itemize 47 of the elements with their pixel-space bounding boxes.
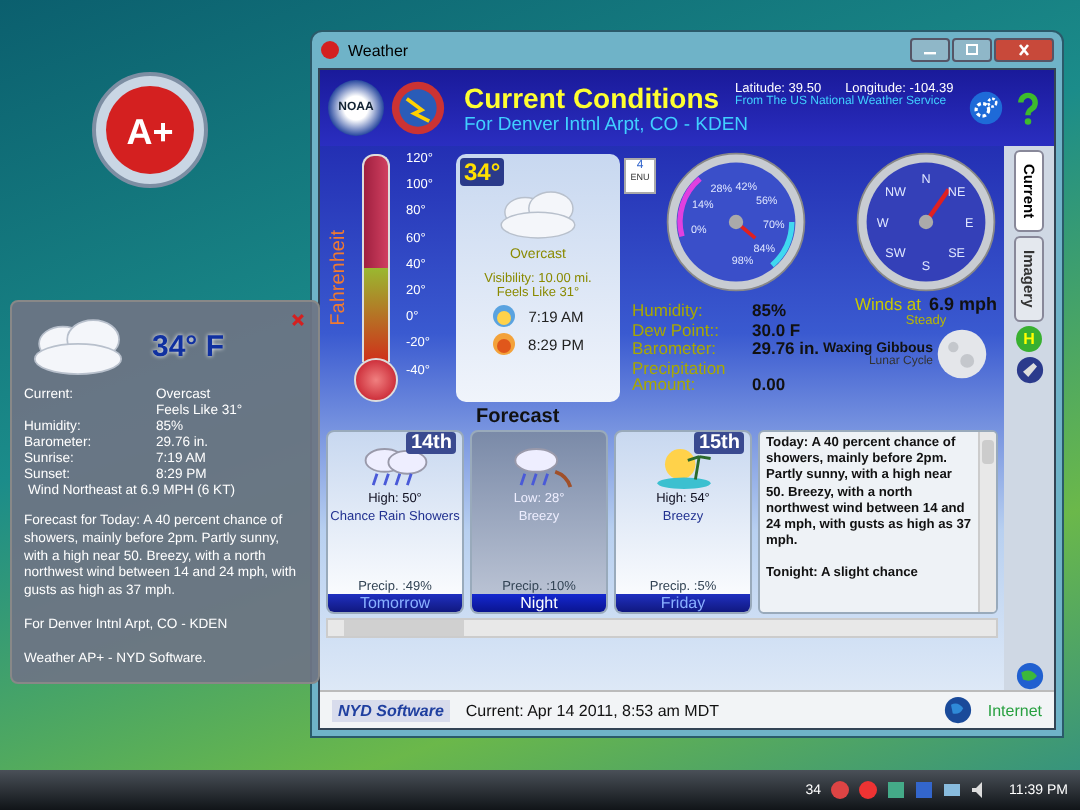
stat-value: 0.00 <box>752 376 788 393</box>
sunset-icon <box>492 332 517 356</box>
wind-label: Winds at <box>854 294 922 314</box>
close-icon <box>1014 44 1034 56</box>
current-temperature: 34° <box>460 158 505 186</box>
forecast-date: 15th <box>694 432 744 454</box>
location-label: For Denver Intnl Arpt, CO - KDEN <box>464 113 751 135</box>
fahrenheit-label: Fahrenheit <box>328 230 350 326</box>
day-label: Friday <box>616 594 750 612</box>
gadget-temperature: 34° F <box>152 329 225 363</box>
wind-speed: 6.9 mph <box>929 294 998 314</box>
software-logo: NYD Software <box>332 699 450 721</box>
minimize-button[interactable] <box>910 38 950 62</box>
moon-icon <box>936 328 989 380</box>
status-timestamp: Current: Apr 14 2011, 8:53 am MDT <box>465 701 719 719</box>
tray-icon[interactable] <box>913 780 934 800</box>
zone-label: Internet <box>987 701 1042 719</box>
gadget-logo-icon[interactable]: A+ <box>90 70 210 190</box>
maximize-icon <box>962 44 982 56</box>
stat-label: Barometer: <box>632 340 719 357</box>
globe-icon[interactable] <box>1015 662 1043 690</box>
stat-label: Precipitation Amount: <box>632 359 728 393</box>
scrollbar[interactable] <box>978 432 996 612</box>
header-title: Current Conditions <box>464 81 720 113</box>
horizontal-scrollbar[interactable] <box>326 618 998 638</box>
humidity-gauge-dial <box>666 152 806 292</box>
compass-dial <box>856 152 996 292</box>
tray-icon[interactable] <box>885 780 906 800</box>
maximize-button[interactable] <box>952 38 992 62</box>
day-label: Tomorrow <box>328 594 462 612</box>
tray-icon[interactable] <box>829 780 850 800</box>
globe-icon <box>943 696 972 724</box>
forecast-date: 14th <box>406 432 456 454</box>
close-button[interactable] <box>994 38 1054 62</box>
tray-icon[interactable] <box>857 780 878 800</box>
window-title: Weather <box>348 41 409 59</box>
forecast-title: Forecast <box>474 406 562 430</box>
app-icon <box>320 40 340 60</box>
stat-label: Dew Point:: <box>632 321 721 338</box>
day-label: Night <box>472 594 606 612</box>
stat-value: 85% <box>752 302 789 319</box>
stat-label: Humidity: <box>632 302 705 319</box>
settings-icon[interactable] <box>968 90 1004 126</box>
weather-service-logo-icon <box>390 80 446 136</box>
network-icon[interactable] <box>941 780 962 800</box>
stat-value: 30.0 F <box>752 321 803 338</box>
sunrise-icon <box>492 304 517 328</box>
